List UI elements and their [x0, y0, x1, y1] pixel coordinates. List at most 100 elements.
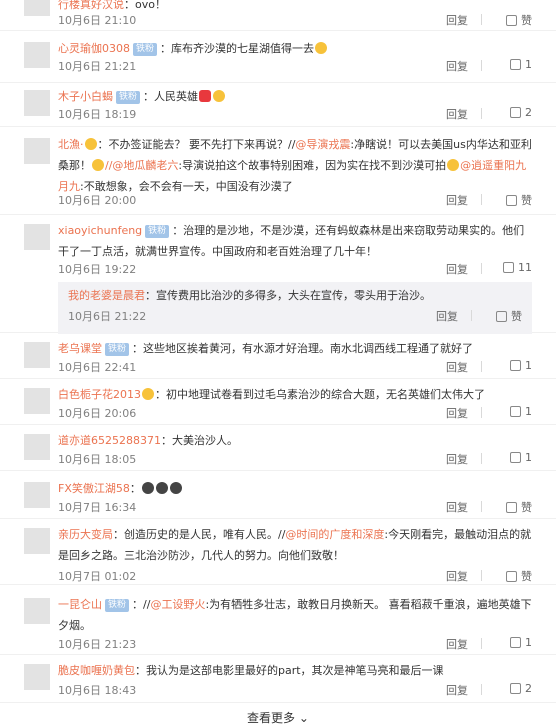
like-button[interactable]: 1 — [510, 58, 532, 71]
comment-text: 白色栀子花2013 ：初中地理试卷看到过毛乌素治沙的综合大题，无名英雄们太伟大了 — [58, 388, 485, 401]
mention-link[interactable]: @导演戎震 — [295, 138, 350, 151]
reply-button[interactable]: 回复 — [436, 308, 458, 324]
like-button[interactable]: 1 — [510, 451, 532, 464]
comment-item: 亲历大变局：创造历史的是人民，唯有人民。//@时间的广度和深度:今天刚看完，最触… — [0, 524, 556, 585]
mention-link[interactable]: @工设野火 — [150, 598, 205, 611]
like-button[interactable]: 1 — [510, 359, 532, 372]
username[interactable]: 我的老婆是晨君 — [68, 289, 145, 302]
like-button[interactable]: 2 — [510, 106, 532, 119]
like-button[interactable]: 2 — [510, 682, 532, 695]
username[interactable]: 白色栀子花2013 — [58, 388, 141, 401]
comment-item: 脆皮咖喱奶黄包：我认为是这部电影里最好的part，其次是神笔马亮和最后一课 10… — [0, 660, 556, 703]
username[interactable]: 木子小白蝎 — [58, 90, 113, 103]
comment-text: 一昆仑山 铁粉 ：//@工设野火:为有牺牲多壮志，敢教日月换新天。 喜看稻菽千重浪，… — [58, 598, 532, 632]
username[interactable]: 脆皮咖喱奶黄包 — [58, 664, 135, 677]
comment-meta: 10月6日 21:23 回复 1 — [58, 636, 532, 652]
avatar[interactable] — [24, 0, 50, 16]
comment-text: 木子小白蝎 铁粉 ：人民英雄 — [58, 86, 532, 107]
comment-meta: 10月6日 21:21 回复 1 — [58, 58, 532, 74]
comment-meta: 10月6日 19:22 回复 11 — [58, 261, 532, 277]
comment-meta: 10月7日 01:02 回复 赞 — [58, 568, 532, 584]
like-button[interactable]: 1 — [510, 636, 532, 649]
fan-badge: 铁粉 — [133, 43, 158, 56]
like-button[interactable]: 赞 — [496, 308, 522, 324]
comment-text: 北漁· ：不办签证能去？ 要不先打下来再说？//@导演戎震:净瞎说！可以去美国us… — [58, 138, 532, 193]
reply-button[interactable]: 回复 — [446, 359, 468, 375]
mention-link[interactable]: //@地瓜麟老六 — [105, 159, 178, 172]
username[interactable]: 道亦道6525288371 — [58, 434, 161, 447]
thumbs-up-emoji-icon — [315, 42, 328, 54]
divider — [481, 194, 482, 205]
like-button[interactable]: 赞 — [506, 568, 532, 584]
comment-meta: 10月6日 20:06 回复 1 — [58, 405, 532, 421]
thumbs-up-icon — [506, 195, 517, 206]
like-button[interactable]: 赞 — [506, 499, 532, 515]
divider — [481, 453, 482, 464]
comment-item: xiaoyichunfeng 铁粉 ：治理的是沙地，不是沙漠，还有蚂蚁森林是出来窃取… — [0, 220, 556, 334]
emoji-icon — [142, 388, 154, 400]
reply-button[interactable]: 回复 — [446, 499, 468, 515]
avatar[interactable] — [24, 528, 50, 554]
emoji-icon — [141, 482, 154, 494]
avatar[interactable] — [24, 342, 50, 368]
avatar[interactable] — [24, 664, 50, 690]
reply-button[interactable]: 回复 — [446, 12, 468, 28]
like-button[interactable]: 11 — [503, 261, 532, 274]
like-button[interactable]: 1 — [510, 405, 532, 418]
mention-link[interactable]: @时间的广度和深度 — [285, 528, 384, 541]
like-button[interactable]: 赞 — [506, 12, 532, 28]
thumbs-up-icon — [503, 262, 514, 273]
view-more-link[interactable]: 查看更多 ⌄ — [0, 709, 556, 726]
comment-meta: 10月6日 18:05 回复 1 — [58, 451, 532, 467]
comment-text: 道亦道6525288371：大美治沙人。 — [58, 434, 238, 447]
reply-button[interactable]: 回复 — [446, 261, 468, 277]
comment-meta: 10月6日 18:19 回复 2 — [58, 106, 532, 122]
reply-button[interactable]: 回复 — [446, 451, 468, 467]
thumbs-up-icon — [510, 360, 521, 371]
divider — [481, 638, 482, 649]
username[interactable]: 亲历大变局 — [58, 528, 113, 541]
fan-badge: 铁粉 — [145, 225, 170, 238]
sub-reply: 我的老婆是晨君：宣传费用比治沙的多得多，大头在宣传，零头用于治沙。 10月6日 … — [58, 282, 532, 334]
avatar[interactable] — [24, 138, 50, 164]
reply-button[interactable]: 回复 — [446, 682, 468, 698]
avatar[interactable] — [24, 42, 50, 68]
reply-button[interactable]: 回复 — [446, 405, 468, 421]
username[interactable]: 老乌课堂 — [58, 342, 102, 355]
divider — [481, 60, 482, 71]
fan-badge: 铁粉 — [116, 91, 141, 104]
username[interactable]: 心灵瑜伽0308 — [58, 42, 130, 55]
reply-button[interactable]: 回复 — [446, 636, 468, 652]
avatar[interactable] — [24, 90, 50, 116]
divider — [481, 570, 482, 581]
comment-text: FX笑傲江湖58： — [58, 478, 532, 499]
thumbs-up-icon — [496, 311, 507, 322]
username[interactable]: 北漁· — [58, 138, 84, 151]
avatar[interactable] — [24, 482, 50, 508]
timestamp: 10月6日 18:43 — [58, 684, 137, 697]
reply-button[interactable]: 回复 — [446, 568, 468, 584]
reply-button[interactable]: 回复 — [446, 192, 468, 208]
timestamp: 10月6日 21:21 — [58, 60, 137, 73]
avatar[interactable] — [24, 388, 50, 414]
divider — [481, 684, 482, 695]
comment-item: 道亦道6525288371：大美治沙人。 10月6日 18:05 回复 1 — [0, 430, 556, 471]
comment-item: 白色栀子花2013 ：初中地理试卷看到过毛乌素治沙的综合大题，无名英雄们太伟大了 … — [0, 384, 556, 425]
comment-list: 行楼真好汉说：ovo！ 10月6日 21:10 回复 赞 心灵瑜伽0308 铁粉：… — [0, 0, 556, 725]
comment-item: 行楼真好汉说：ovo！ 10月6日 21:10 回复 赞 — [0, 0, 556, 31]
reply-button[interactable]: 回复 — [446, 106, 468, 122]
username[interactable]: 一昆仑山 — [58, 598, 102, 611]
timestamp: 10月6日 20:00 — [58, 194, 137, 207]
fan-badge: 铁粉 — [105, 599, 130, 612]
reply-button[interactable]: 回复 — [446, 58, 468, 74]
username[interactable]: FX笑傲江湖58 — [58, 482, 130, 495]
avatar[interactable] — [24, 224, 50, 250]
avatar[interactable] — [24, 434, 50, 460]
username[interactable]: xiaoyichunfeng — [58, 224, 142, 237]
like-button[interactable]: 赞 — [506, 192, 532, 208]
avatar[interactable] — [24, 598, 50, 624]
username[interactable]: 行楼真好汉说 — [58, 0, 124, 11]
comment-text: 老乌课堂 铁粉 ：这些地区挨着黄河，有水源才好治理。南水北调西线工程通了就好了 — [58, 342, 474, 356]
thumbs-up-icon — [510, 107, 521, 118]
timestamp: 10月6日 20:06 — [58, 407, 137, 420]
